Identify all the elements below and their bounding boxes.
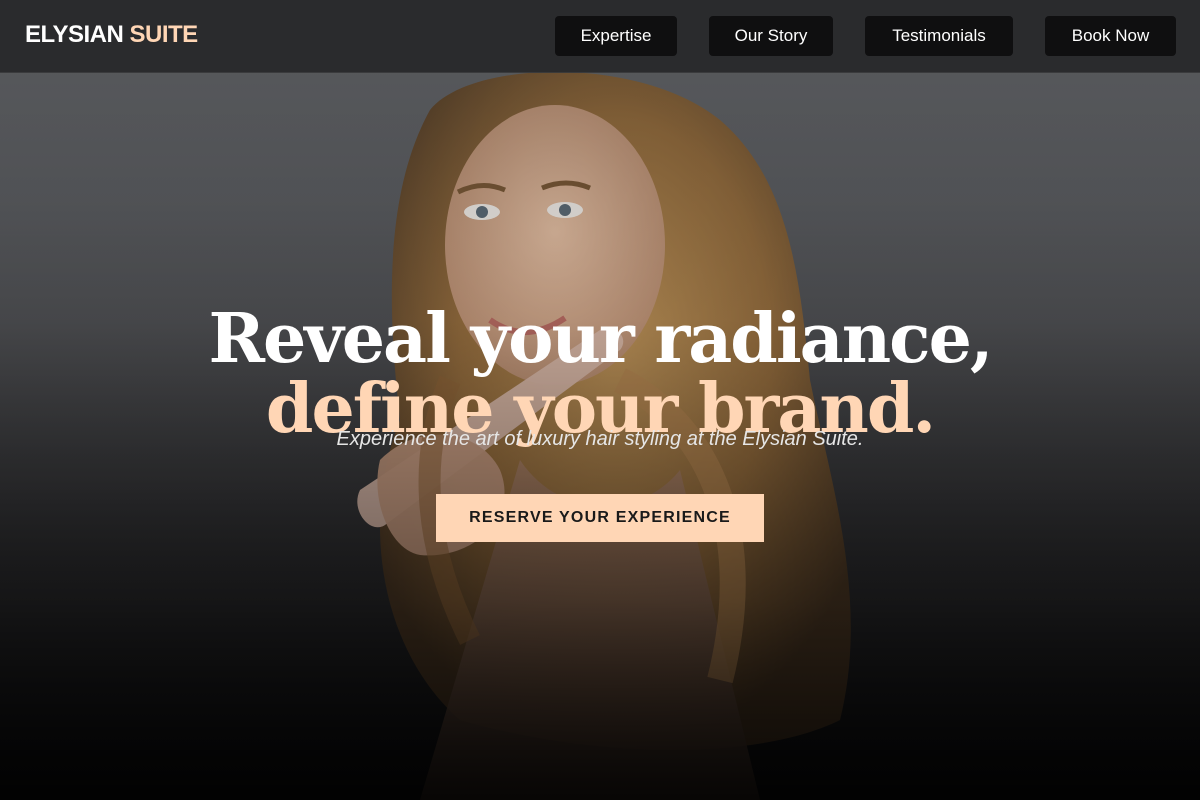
logo-accent-text: SUITE xyxy=(129,21,198,48)
logo-main-text: ELYSIAN xyxy=(25,21,124,48)
nav-testimonials-button[interactable]: Testimonials xyxy=(865,16,1013,56)
nav-book-now-button[interactable]: Book Now xyxy=(1045,16,1176,56)
reserve-experience-button[interactable]: RESERVE YOUR EXPERIENCE xyxy=(436,494,764,542)
nav-expertise-button[interactable]: Expertise xyxy=(555,16,677,56)
headline-line-1: Reveal your radiance, xyxy=(208,298,993,379)
hero-headline: Reveal your radiance, define your brand. xyxy=(0,304,1200,444)
hero-subtitle: Experience the art of luxury hair stylin… xyxy=(336,428,864,450)
nav-our-story-button[interactable]: Our Story xyxy=(709,16,833,56)
top-navbar: ELYSIAN SUITE Expertise Our Story Testim… xyxy=(0,0,1200,73)
brand-logo[interactable]: ELYSIAN SUITE xyxy=(25,21,198,49)
hero-section: Reveal your radiance, define your brand.… xyxy=(0,0,1200,800)
